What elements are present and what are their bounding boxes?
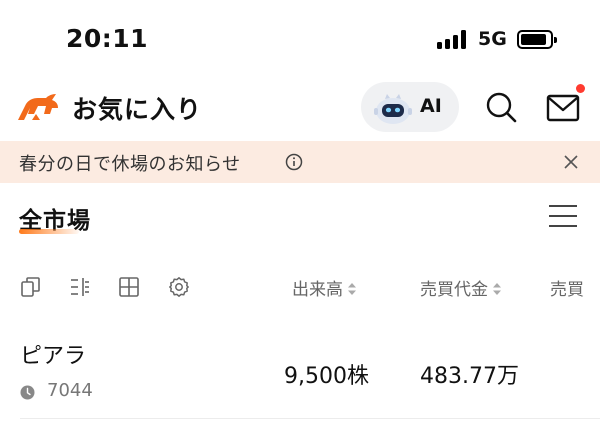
column-header-row: 出来高 売買代金 売買	[0, 272, 600, 304]
ai-label: AI	[420, 95, 442, 117]
stock-name: ピアラ	[20, 344, 87, 369]
stock-code: 7044	[47, 380, 93, 401]
gear-icon[interactable]	[168, 276, 190, 298]
sort-icon	[493, 283, 501, 295]
market-tab-bar: 全市場	[0, 193, 600, 241]
table-row[interactable]: ピアラ 7044 9,500株 483.77万	[0, 330, 600, 418]
mail-icon[interactable]	[544, 90, 582, 124]
grid-view-icon[interactable]	[118, 276, 140, 298]
sort-icon	[348, 283, 356, 295]
page-title: お気に入り	[72, 95, 203, 124]
status-bar: 20:11 5G	[0, 0, 600, 80]
active-tab-indicator	[19, 229, 79, 234]
row-divider	[20, 418, 600, 419]
column-volume-label: 出来高	[292, 280, 343, 300]
column-turnover-header[interactable]: 売買代金	[420, 275, 502, 300]
notification-badge	[576, 84, 585, 93]
columns-settings-icon[interactable]	[69, 276, 91, 298]
market-clock-icon	[20, 385, 35, 400]
column-partial-label: 売買	[550, 280, 584, 300]
cellular-signal-icon	[437, 30, 469, 49]
robot-icon	[374, 94, 412, 124]
close-icon[interactable]	[563, 154, 579, 170]
stock-volume: 9,500株	[284, 364, 369, 389]
notice-text[interactable]: 春分の日で休場のお知らせ	[19, 150, 241, 176]
bull-logo-icon[interactable]	[16, 92, 60, 124]
search-icon[interactable]	[484, 90, 518, 124]
menu-icon[interactable]	[548, 203, 578, 229]
column-volume-header[interactable]: 出来高	[292, 275, 357, 300]
battery-icon	[517, 30, 557, 49]
column-turnover-label: 売買代金	[420, 280, 488, 300]
column-partial-header[interactable]: 売買	[550, 275, 584, 300]
notice-banner[interactable]: 春分の日で休場のお知らせ	[0, 141, 600, 183]
network-type: 5G	[478, 28, 507, 50]
info-icon[interactable]	[285, 153, 303, 171]
app-header: お気に入り AI	[0, 80, 600, 138]
status-time: 20:11	[66, 24, 149, 53]
ai-assistant-button[interactable]: AI	[361, 82, 459, 132]
copy-icon[interactable]	[20, 276, 42, 298]
stock-turnover: 483.77万	[420, 364, 519, 389]
